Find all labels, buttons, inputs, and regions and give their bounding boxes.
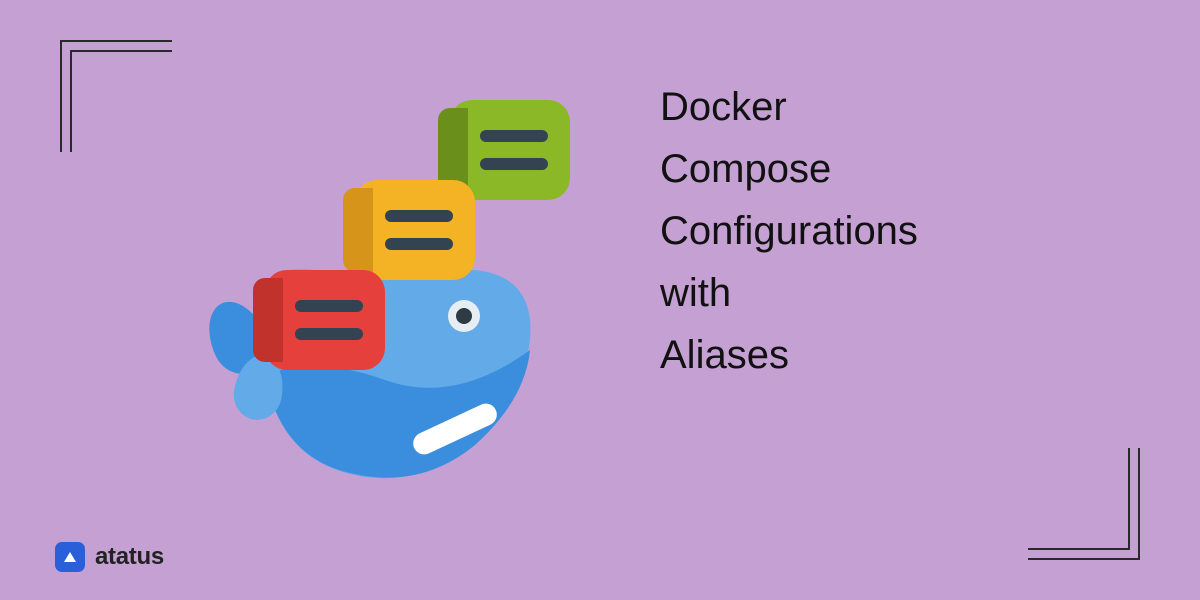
atatus-logo-icon: [55, 542, 85, 572]
title-line: Aliases: [660, 333, 918, 377]
docker-illustration: [170, 60, 630, 520]
corner-bracket-bottom-right: [1030, 450, 1140, 560]
hero-title: Docker Compose Configurations with Alias…: [660, 85, 918, 377]
container-box-yellow-icon: [355, 180, 475, 280]
title-line: with: [660, 271, 918, 315]
brand-name: atatus: [95, 543, 164, 571]
whale-eye-icon: [448, 300, 480, 332]
corner-bracket-top-left: [60, 40, 170, 150]
container-box-red-icon: [265, 270, 385, 370]
title-line: Configurations: [660, 209, 918, 253]
title-line: Docker: [660, 85, 918, 129]
title-line: Compose: [660, 147, 918, 191]
brand-logo: atatus: [55, 542, 164, 572]
